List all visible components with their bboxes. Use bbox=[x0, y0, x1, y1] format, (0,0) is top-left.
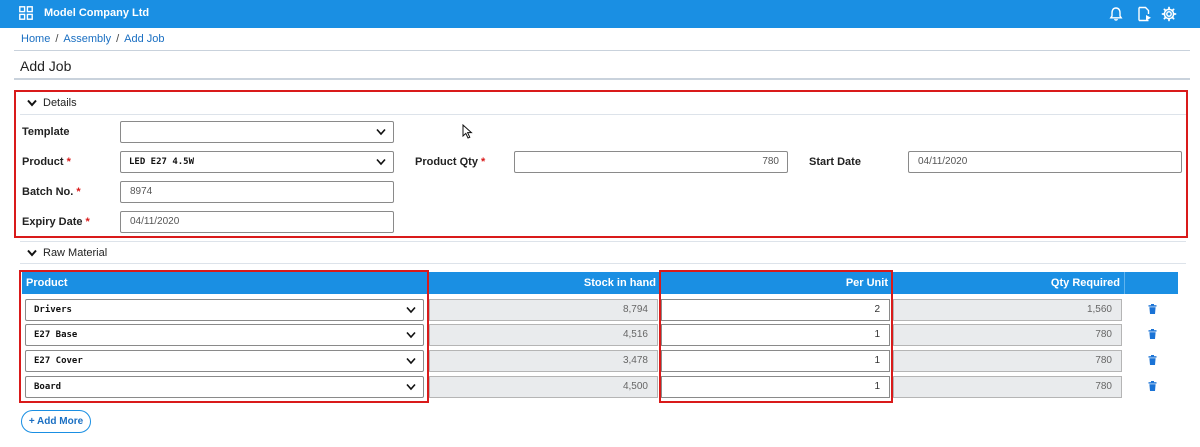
chevron-down-icon bbox=[406, 306, 416, 314]
chevron-down-icon bbox=[406, 357, 416, 365]
product-label: Product * bbox=[22, 156, 71, 168]
product-select[interactable]: LED E27 4.5W bbox=[120, 151, 394, 173]
row-stock-in-hand: 3,478 bbox=[429, 350, 658, 372]
divider bbox=[14, 50, 1190, 51]
row-stock-in-hand: 4,500 bbox=[429, 376, 658, 398]
row-product-value: Drivers bbox=[34, 305, 72, 315]
gear-icon[interactable] bbox=[1161, 6, 1177, 22]
bell-icon[interactable] bbox=[1108, 6, 1124, 22]
column-divider bbox=[1124, 272, 1125, 294]
expiry-date-label: Expiry Date * bbox=[22, 216, 90, 228]
chevron-down-icon bbox=[406, 383, 416, 391]
row-stock-in-hand: 4,516 bbox=[429, 324, 658, 346]
column-header-stock[interactable]: Stock in hand bbox=[430, 272, 656, 294]
row-product-select[interactable]: E27 Cover bbox=[25, 350, 424, 372]
row-product-value: E27 Cover bbox=[34, 356, 83, 366]
apps-grid-icon[interactable] bbox=[19, 6, 33, 20]
page-title: Add Job bbox=[20, 58, 72, 74]
raw-material-section-toggle[interactable]: Raw Material bbox=[27, 247, 107, 259]
chevron-down-icon bbox=[406, 331, 416, 339]
details-section-label: Details bbox=[43, 97, 77, 109]
column-header-qty-required[interactable]: Qty Required bbox=[894, 272, 1120, 294]
row-product-select[interactable]: Board bbox=[25, 376, 424, 398]
row-product-value: E27 Base bbox=[34, 330, 78, 340]
document-play-icon[interactable] bbox=[1136, 6, 1152, 22]
row-per-unit-input[interactable]: 1 bbox=[661, 324, 890, 346]
breadcrumb: Home / Assembly / Add Job bbox=[21, 33, 165, 45]
row-per-unit-input[interactable]: 2 bbox=[661, 299, 890, 321]
trash-icon[interactable] bbox=[1148, 355, 1157, 365]
row-qty-required: 780 bbox=[893, 324, 1122, 346]
divider bbox=[14, 78, 1190, 80]
row-product-select[interactable]: Drivers bbox=[25, 299, 424, 321]
chevron-down-icon bbox=[27, 99, 37, 107]
chevron-down-icon bbox=[376, 158, 386, 166]
row-qty-required: 780 bbox=[893, 350, 1122, 372]
details-section-toggle[interactable]: Details bbox=[27, 97, 77, 109]
template-select[interactable] bbox=[120, 121, 394, 143]
column-divider bbox=[660, 272, 661, 294]
chevron-down-icon bbox=[376, 128, 386, 136]
breadcrumb-assembly[interactable]: Assembly bbox=[63, 33, 111, 45]
product-qty-label: Product Qty * bbox=[415, 156, 486, 168]
trash-icon[interactable] bbox=[1148, 329, 1157, 339]
column-header-product[interactable]: Product bbox=[26, 272, 68, 294]
start-date-label: Start Date bbox=[809, 156, 861, 168]
batch-no-input[interactable]: 8974 bbox=[120, 181, 394, 203]
column-divider bbox=[892, 272, 893, 294]
top-bar: Model Company Ltd bbox=[0, 0, 1200, 28]
breadcrumb-home[interactable]: Home bbox=[21, 33, 50, 45]
row-qty-required: 780 bbox=[893, 376, 1122, 398]
breadcrumb-separator: / bbox=[116, 33, 120, 45]
raw-material-section-label: Raw Material bbox=[43, 247, 108, 259]
product-qty-input[interactable]: 780 bbox=[514, 151, 788, 173]
column-header-per-unit[interactable]: Per Unit bbox=[662, 272, 888, 294]
start-date-input[interactable]: 04/11/2020 bbox=[908, 151, 1182, 173]
product-value: LED E27 4.5W bbox=[129, 157, 195, 167]
row-per-unit-input[interactable]: 1 bbox=[661, 376, 890, 398]
row-stock-in-hand: 8,794 bbox=[429, 299, 658, 321]
chevron-down-icon bbox=[27, 249, 37, 257]
breadcrumb-separator: / bbox=[55, 33, 59, 45]
divider bbox=[20, 114, 1186, 115]
divider bbox=[20, 241, 1186, 242]
breadcrumb-current[interactable]: Add Job bbox=[124, 33, 164, 45]
row-qty-required: 1,560 bbox=[893, 299, 1122, 321]
row-product-value: Board bbox=[34, 382, 62, 392]
divider bbox=[20, 263, 1186, 264]
trash-icon[interactable] bbox=[1148, 381, 1157, 391]
table-header: Product Stock in hand Per Unit Qty Requi… bbox=[22, 272, 1178, 294]
row-per-unit-input[interactable]: 1 bbox=[661, 350, 890, 372]
cursor-icon bbox=[462, 124, 473, 139]
company-name: Model Company Ltd bbox=[44, 7, 150, 19]
template-label: Template bbox=[22, 126, 70, 138]
expiry-date-input[interactable]: 04/11/2020 bbox=[120, 211, 394, 233]
add-more-button[interactable]: + Add More bbox=[21, 410, 91, 433]
row-product-select[interactable]: E27 Base bbox=[25, 324, 424, 346]
trash-icon[interactable] bbox=[1148, 304, 1157, 314]
batch-no-label: Batch No. * bbox=[22, 186, 81, 198]
column-divider bbox=[428, 272, 429, 294]
